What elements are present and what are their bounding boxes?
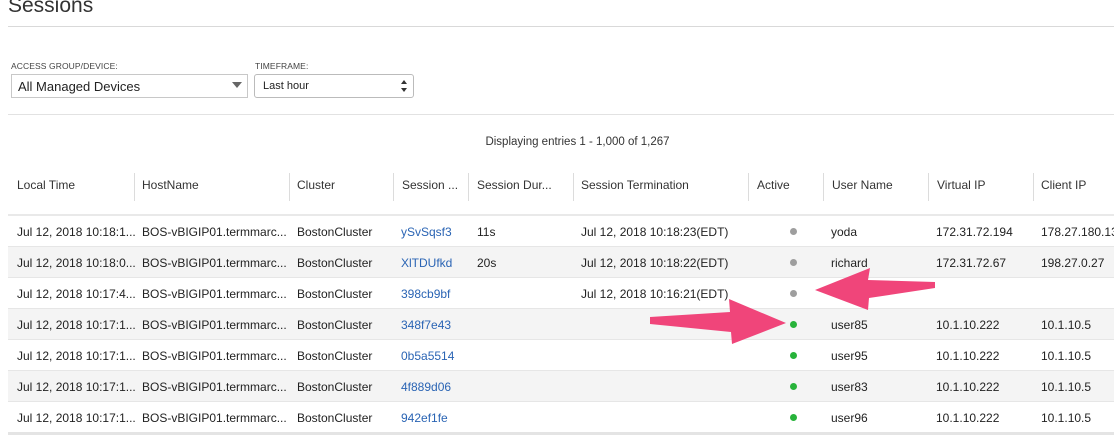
annotation-arrow-inactive <box>815 268 935 310</box>
annotation-arrow-active <box>650 299 786 344</box>
annotation-arrows <box>650 268 935 344</box>
